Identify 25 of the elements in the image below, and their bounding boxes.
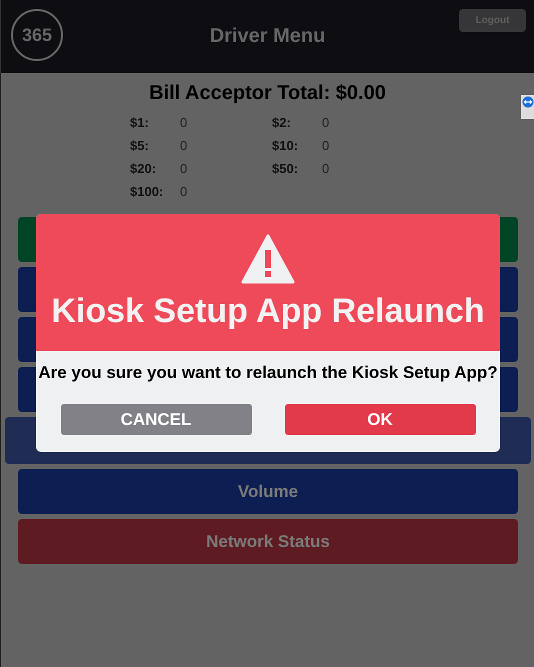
dialog-title: Kiosk Setup App Relaunch — [51, 292, 485, 331]
page-title: Driver Menu — [210, 25, 326, 48]
logo-text: 365 — [22, 24, 52, 46]
cancel-button[interactable]: CANCEL — [60, 404, 252, 435]
denomination-count: 0 — [180, 138, 188, 152]
remote-support-icon[interactable] — [521, 95, 534, 119]
denomination-label: $2: — [272, 114, 292, 130]
warning-icon — [241, 234, 295, 284]
denomination-label: $50: — [272, 160, 300, 176]
denomination-label: $10: — [272, 138, 300, 152]
denomination-label: $100: — [130, 184, 164, 198]
denomination-label: $1: — [130, 114, 150, 130]
denomination-count: 0 — [322, 160, 330, 176]
menu-button[interactable]: Volume — [18, 469, 518, 514]
denomination-count: 0 — [322, 114, 330, 130]
denomination-label: $5: — [130, 138, 150, 152]
denomination-count: 0 — [180, 114, 188, 130]
denomination-count: 0 — [180, 184, 188, 198]
ok-button[interactable]: OK — [284, 404, 476, 435]
menu-button[interactable]: Network Status — [18, 519, 518, 564]
denomination-label: $20: — [130, 160, 158, 176]
denomination-count: 0 — [322, 138, 330, 152]
denomination-count: 0 — [180, 160, 188, 176]
bill-total: Bill Acceptor Total: $0.00 — [148, 82, 387, 105]
dialog-message: Are you sure you want to relaunch the Kiosk Setup App? — [38, 363, 498, 383]
